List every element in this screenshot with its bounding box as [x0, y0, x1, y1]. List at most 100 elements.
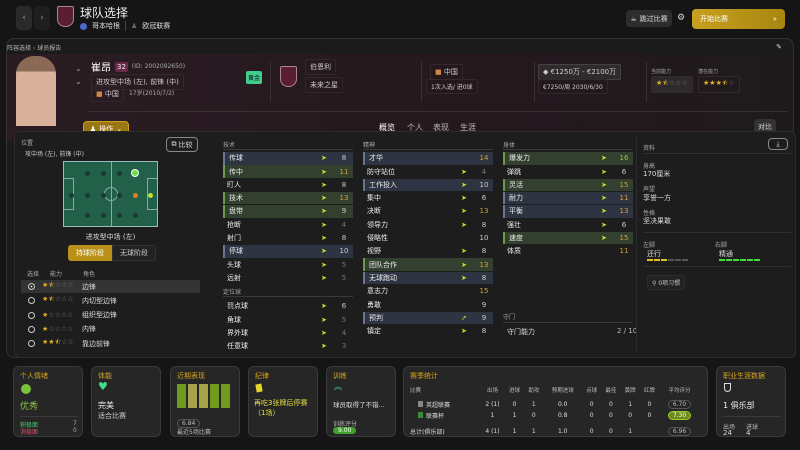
radio-button[interactable]	[28, 340, 35, 348]
attribute-name: 强壮	[507, 220, 521, 229]
player-switch-arrows[interactable]: ⌃ ⌄	[75, 68, 82, 86]
attribute-name: 侵略性	[367, 234, 388, 243]
role-row[interactable]: ★⯪☆☆☆ 内切型边锋	[21, 294, 200, 307]
alt-position-dot[interactable]	[147, 192, 153, 198]
meter-segment	[661, 259, 667, 261]
radio-button[interactable]	[28, 283, 35, 290]
stat-cell: 0.0	[543, 399, 582, 410]
potential-ability-label: 潜在能力	[698, 69, 719, 75]
radio-button[interactable]	[28, 325, 35, 333]
table-row[interactable]: 总计(俱乐部) 4 (1) 1 1 1.0 0 0 1 6.96	[410, 421, 700, 437]
attribute-value: 10	[479, 234, 489, 243]
right-foot-value: 精通	[719, 250, 733, 258]
morale-card[interactable]: 个人情绪 优秀 积极面 7 消极面 0	[13, 366, 83, 437]
attribute-value: 13	[619, 207, 629, 216]
meter-segment	[675, 259, 681, 261]
radio-button[interactable]	[28, 297, 35, 305]
cell-text: 0	[628, 412, 633, 419]
attribute-value: 6	[621, 220, 627, 229]
position-title: 位置	[21, 140, 34, 147]
role-row[interactable]: ★☆☆☆☆ 内锋	[21, 323, 200, 336]
role-name: 组织型边锋	[82, 311, 117, 320]
stat-cell: 6.96	[659, 421, 700, 437]
attribute-row: 界外球 ➤ 4	[223, 327, 353, 340]
player-dot	[116, 192, 122, 198]
reputation-label: 声望	[643, 186, 656, 193]
table-row[interactable]: 英超联赛 2 (1) 0 1 0.0 0 0 1 0 6.70	[410, 399, 700, 410]
meter-segment	[747, 259, 753, 261]
forward-button[interactable]: ›	[34, 6, 50, 30]
form-card[interactable]: 近期表现 6.84 最近5场比赛	[170, 366, 240, 437]
col-role: 角色	[83, 271, 96, 278]
discipline-text: 再吃3张牌后停赛（1场）	[254, 399, 308, 417]
alt-position-dot[interactable]	[132, 192, 138, 198]
column-header: 助攻	[528, 388, 540, 394]
stat-cell: 1	[621, 421, 640, 437]
selected-position-dot[interactable]	[131, 169, 139, 177]
edit-icon[interactable]: ✎	[773, 42, 785, 52]
player-photo	[16, 56, 56, 126]
globe-icon	[80, 22, 87, 30]
attribute-value: 8	[481, 220, 487, 229]
column-header: 红牌	[643, 388, 655, 394]
radio-button[interactable]	[28, 311, 35, 319]
training-card[interactable]: 训练 ︽ 球员取得了不错... 训练评分 9.00	[326, 366, 396, 437]
attribute-value: 4	[481, 167, 487, 176]
reputation-value: 享誉一方	[643, 194, 671, 202]
role-row[interactable]: ★★⯪☆☆ 靠边前锋	[21, 337, 200, 350]
stat-cell: 0.8	[543, 410, 582, 421]
current-ability-label: 当前能力	[651, 69, 672, 75]
trend-arrow-icon: ➤	[461, 180, 467, 189]
attribute-name: 传球	[229, 154, 243, 163]
cell-text: 0	[589, 412, 594, 419]
attribute-row: 罚点球 ➤ 6	[223, 300, 353, 313]
trend-arrow-icon: ➤	[321, 167, 327, 176]
in-possession-toggle[interactable]: 持球阶段	[68, 245, 112, 261]
attribute-row: 爆发力 ➤ 16	[503, 152, 633, 165]
out-of-possession-toggle[interactable]: 无球阶段	[112, 245, 156, 261]
attribute-row: 预判 ➚ 9	[363, 311, 493, 325]
discipline-card[interactable]: 纪律 再吃3张牌后停赛（1场）	[248, 366, 318, 437]
start-match-button[interactable]: 开始比赛»	[692, 9, 785, 29]
set-pieces-title: 定位球	[223, 289, 242, 296]
skip-icon: ☕	[630, 14, 637, 23]
trend-arrow-icon: ➤	[461, 207, 467, 216]
current-ability-stars[interactable]: ★⯪☆☆☆	[651, 76, 693, 93]
fitness-sub: 适合比赛	[98, 412, 126, 420]
attribute-name: 射门	[227, 234, 241, 243]
habits-button[interactable]: ⚲ 0项习惯	[647, 275, 686, 290]
back-button[interactable]: ‹	[16, 6, 32, 30]
gear-icon[interactable]: ⚙	[676, 12, 686, 24]
career-title: 职业生涯数据	[723, 372, 765, 380]
career-card[interactable]: 职业生涯数据 1 俱乐部 出场 24 进球 4	[716, 366, 786, 437]
discipline-title: 纪律	[255, 372, 269, 380]
role-row[interactable]: ★☆☆☆☆ 组织型边锋	[21, 309, 200, 322]
breadcrumb-squad[interactable]: 阵容选择	[7, 45, 31, 52]
skip-match-button[interactable]: ☕ 跳过比赛	[626, 10, 672, 27]
player-club[interactable]: 伯恩利	[305, 59, 336, 75]
cell-text: 联赛杯	[426, 413, 445, 420]
stat-cell: 0	[621, 410, 640, 421]
physical-title: 身体	[503, 142, 516, 149]
stat-cell	[640, 421, 659, 437]
player-name: 崔昂	[91, 63, 111, 74]
stat-cell: 1	[505, 421, 524, 437]
left-foot-label: 左脚	[643, 242, 656, 249]
attribute-row: 决断 ➤ 13	[363, 205, 493, 218]
attribute-name: 团队合作	[369, 260, 397, 269]
stat-cell: 0	[582, 410, 601, 421]
attribute-value: 4	[341, 220, 347, 229]
role-row[interactable]: ★⯪☆☆☆ 边锋	[21, 280, 200, 293]
attribute-value: 16	[619, 154, 629, 163]
download-icon[interactable]: ⤓	[768, 138, 788, 150]
form-bar	[221, 384, 230, 408]
compare-position-button[interactable]: ⧉ 比较	[166, 137, 198, 152]
table-row[interactable]: 联赛杯 1 1 0 0.8 0 0 0 0 7.30	[410, 410, 700, 421]
breadcrumb-report: 球员报告	[37, 45, 62, 52]
trend-arrow-icon: ➤	[601, 234, 607, 243]
attribute-row: 领导力 ➤ 8	[363, 219, 493, 232]
player-dot	[68, 192, 74, 198]
fitness-card[interactable]: 体能 ♥ 完美 适合比赛	[91, 366, 161, 437]
attribute-row: 镇定 ➤ 8	[363, 325, 493, 338]
col-ability: 能力	[50, 271, 63, 278]
